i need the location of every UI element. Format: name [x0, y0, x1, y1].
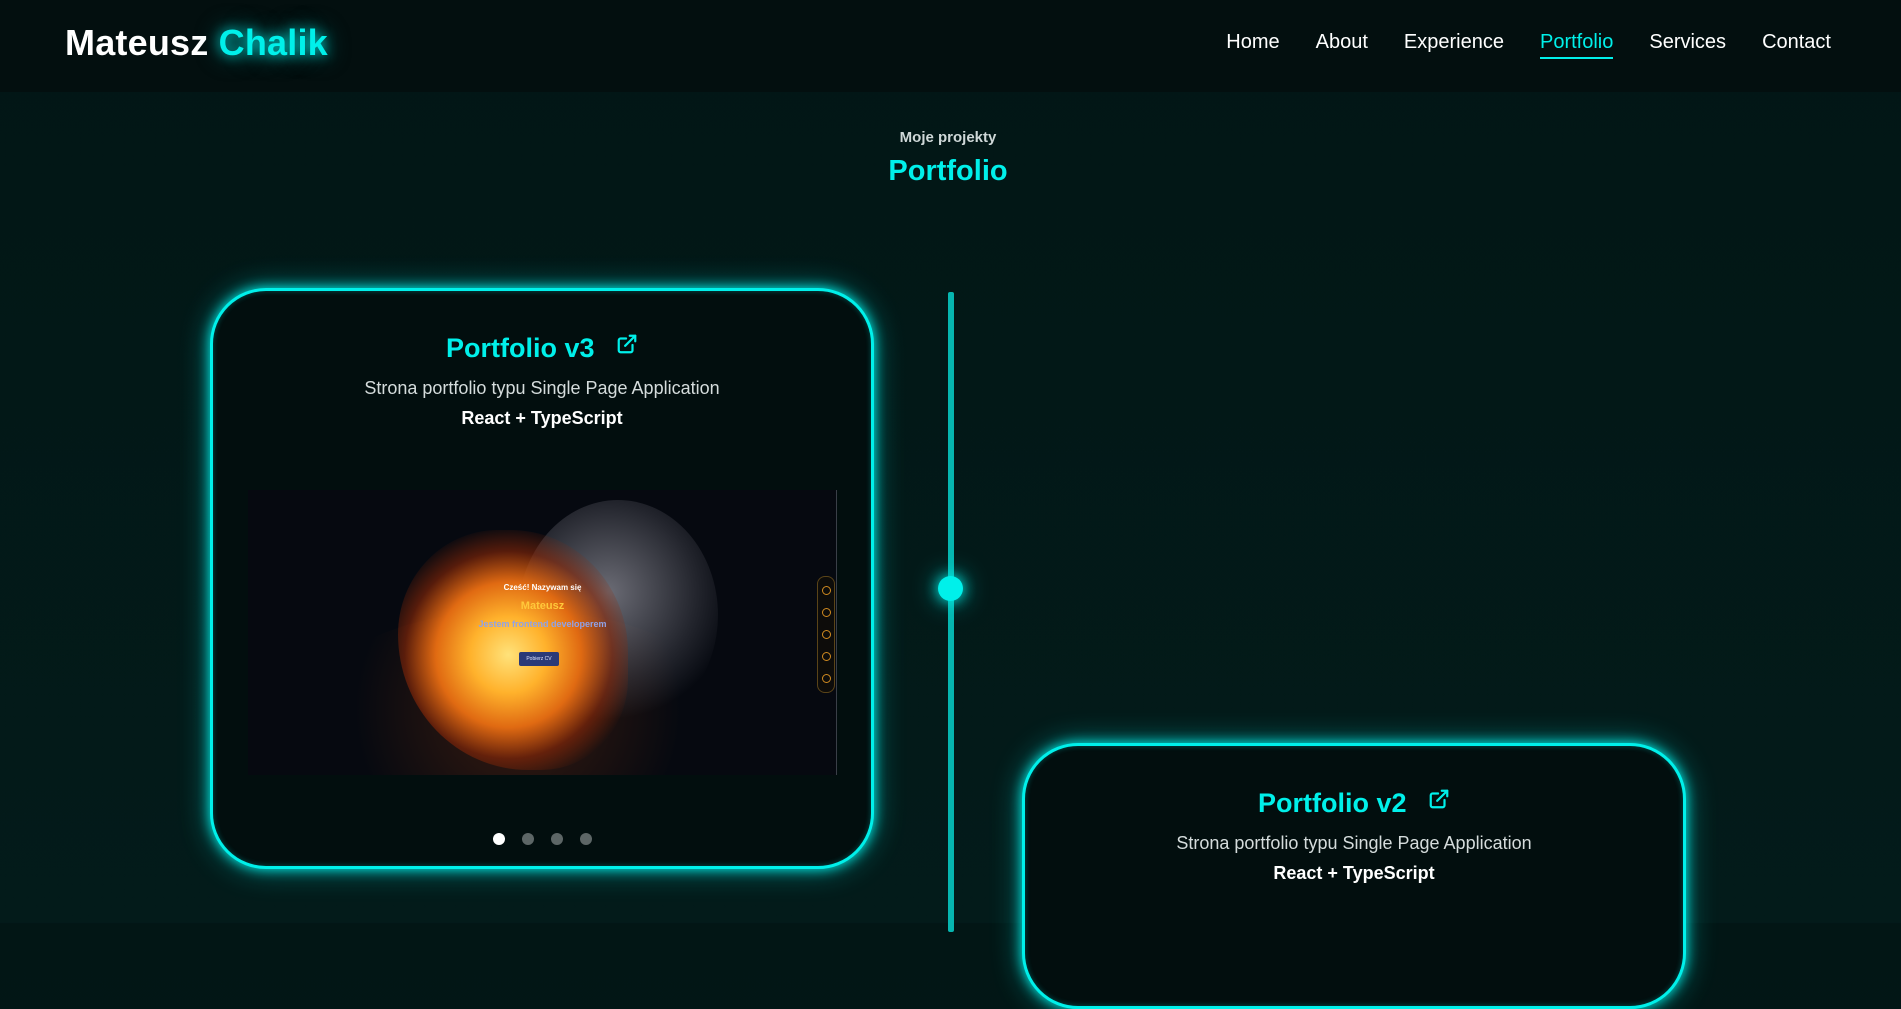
project-card-portfolio-v3: Portfolio v3 Strona portfolio typu Singl…: [210, 288, 874, 869]
nav-experience[interactable]: Experience: [1404, 31, 1504, 59]
project-tech: React + TypeScript: [1273, 863, 1435, 883]
carousel-dot-1[interactable]: [492, 833, 505, 845]
nav-contact[interactable]: Contact: [1762, 31, 1831, 59]
project-card-portfolio-v2: Portfolio v2 Strona portfolio typu Singl…: [1022, 743, 1686, 1009]
carousel-dots: [213, 833, 871, 845]
logo-first-name: Mateusz: [65, 22, 209, 63]
project-title: Portfolio v2: [1257, 788, 1407, 818]
nav-services[interactable]: Services: [1649, 31, 1726, 59]
project-title-row: Portfolio v2: [1025, 788, 1683, 819]
preview-greeting: Cześć! Nazywam się: [503, 583, 582, 592]
project-description: Strona portfolio typu Single Page Applic…: [1176, 833, 1532, 853]
monitor-icon: [822, 630, 831, 639]
carousel-dot-2[interactable]: [521, 833, 534, 845]
nav-home[interactable]: Home: [1226, 31, 1279, 59]
external-link-icon[interactable]: [616, 331, 638, 362]
preview-cv-button: Pobierz CV: [519, 652, 559, 666]
timeline-dot: [938, 576, 963, 601]
project-tech: React + TypeScript: [461, 408, 623, 428]
preview-side-menu: [817, 576, 835, 693]
carousel-dot-3[interactable]: [550, 833, 563, 845]
chat-icon: [822, 674, 831, 683]
nav-about[interactable]: About: [1316, 31, 1368, 59]
external-link-icon[interactable]: [1428, 786, 1450, 817]
section-title: Portfolio: [888, 155, 1008, 187]
user-icon: [822, 586, 831, 595]
preview-role: Jestem frontend developerem: [478, 619, 607, 629]
main-nav: Home About Experience Portfolio Services…: [1226, 31, 1831, 59]
logo-last-name: Chalik: [218, 22, 328, 63]
project-title: Portfolio v3: [445, 333, 595, 363]
section-subtitle: Moje projekty: [899, 129, 997, 146]
timeline-line: [948, 292, 954, 932]
nav-portfolio[interactable]: Portfolio: [1539, 31, 1614, 59]
project-title-row: Portfolio v3: [213, 333, 871, 364]
preview-name: Mateusz: [520, 600, 565, 612]
project-screenshot[interactable]: Cześć! Nazywam się Mateusz Jestem fronte…: [248, 490, 837, 775]
project-description: Strona portfolio typu Single Page Applic…: [364, 378, 720, 398]
screenshot-edge: [836, 490, 837, 775]
star-icon: [822, 608, 831, 617]
headset-icon: [822, 652, 831, 661]
carousel-dot-4[interactable]: [579, 833, 592, 845]
site-header: Mateusz Chalik Home About Experience Por…: [0, 0, 1901, 92]
logo[interactable]: Mateusz Chalik: [65, 22, 328, 64]
